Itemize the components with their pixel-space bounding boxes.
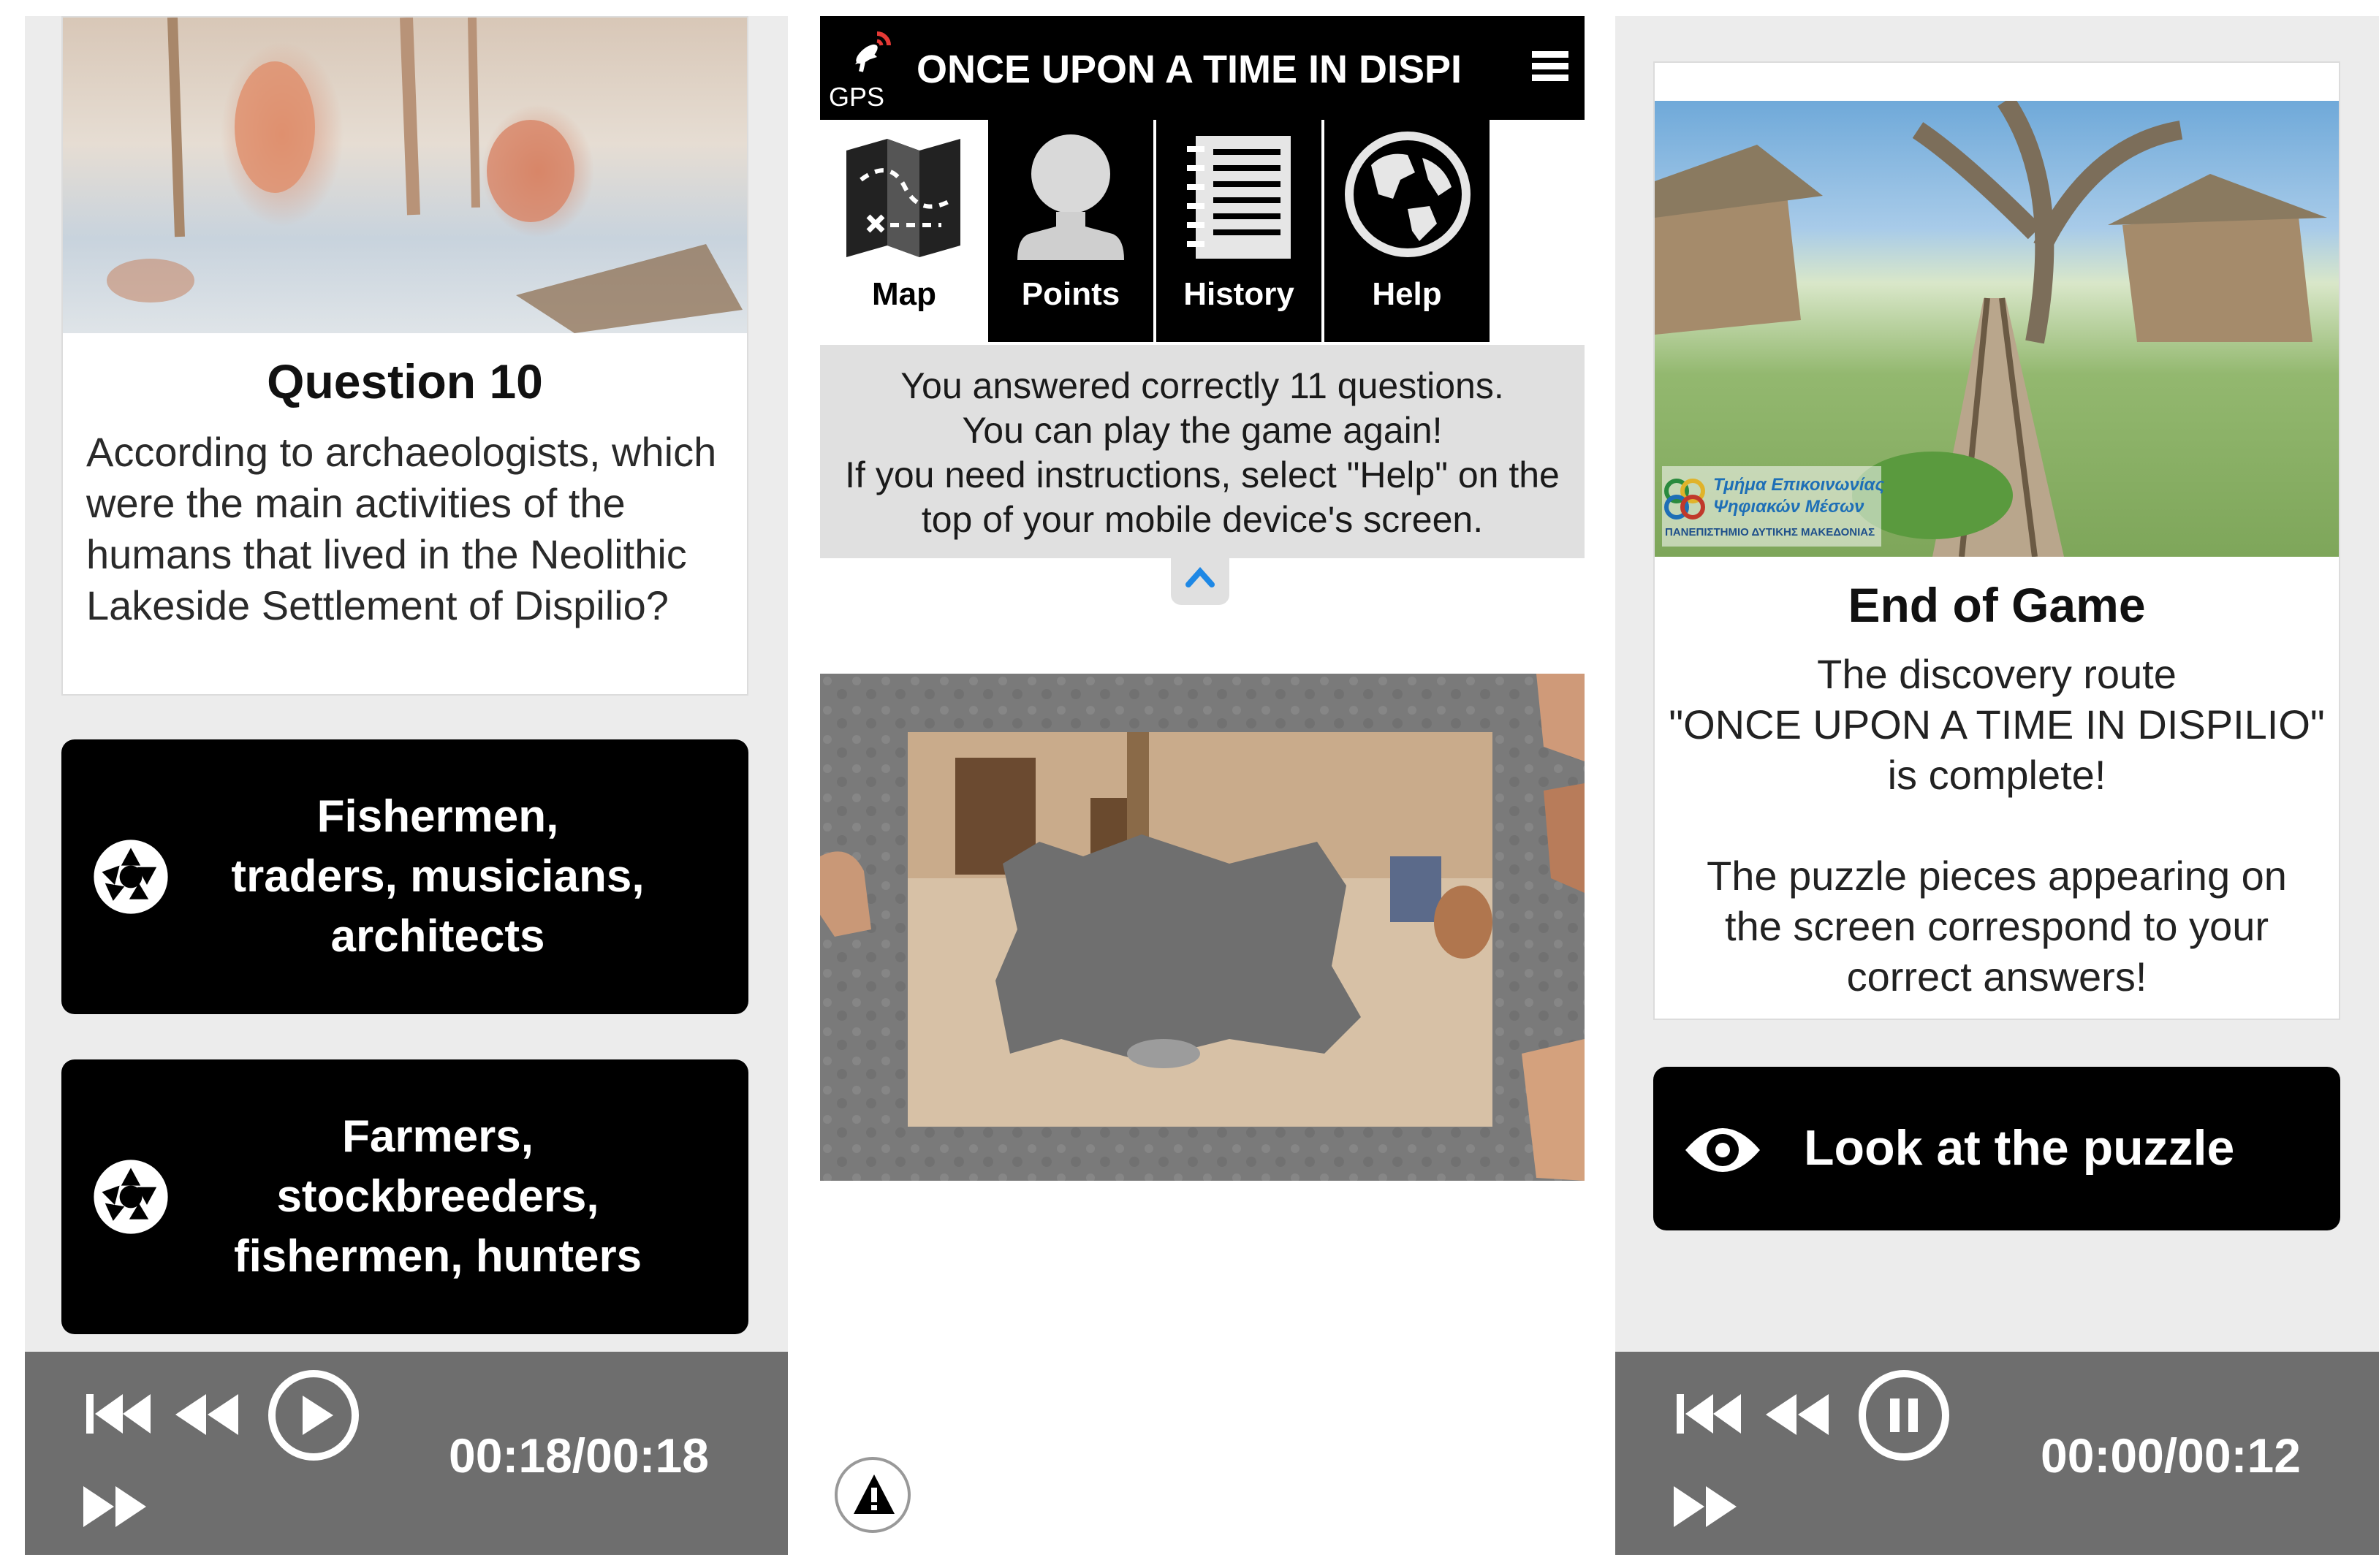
warning-icon [854,1474,895,1514]
report-button[interactable] [835,1457,911,1533]
pause-icon[interactable] [1856,1368,1951,1463]
question-card: Question 10 According to archaeologists,… [61,16,748,696]
rewind-icon[interactable] [175,1394,238,1435]
chevron-up-icon [1185,566,1215,587]
tab-help[interactable]: Help [1324,120,1490,342]
tab-points[interactable]: Points [988,120,1153,342]
collapse-button[interactable] [1171,558,1229,605]
university-logo: Τμήμα Επικοινωνίας Ψηφιακών Μέσων ΠΑΝΕΠΙ… [1662,473,1889,547]
camera-aperture-icon [94,1160,168,1234]
tab-help-label: Help [1372,276,1442,312]
question-text: According to archaeologists, which were … [86,429,717,628]
look-at-puzzle-button[interactable]: Look at the puzzle [1653,1067,2340,1230]
answer-button-1[interactable]: Fishermen, traders, musicians, architect… [61,739,748,1014]
media-bar-left: 00:18/00:18 [25,1352,788,1555]
logo-text-2: Ψηφιακών Μέσων [1713,497,1864,517]
tab-history[interactable]: History [1156,120,1321,342]
tab-history-label: History [1183,276,1294,312]
hamburger-menu-icon[interactable] [1532,50,1568,83]
eye-icon [1685,1128,1760,1172]
answer-label-2: Farmers, stockbreeders, fishermen, hunte… [233,1111,642,1282]
tab-points-label: Points [1021,276,1120,312]
end-title: End of Game [1848,578,2146,632]
tab-map-label: Map [872,276,936,312]
end-text: The discovery route "ONCE UPON A TIME IN… [1669,651,2325,1000]
gps-satellite-icon [855,31,891,72]
globe-icon [1345,132,1471,257]
answer-label-1: Fishermen, traders, musicians, architect… [231,791,645,962]
media-bar-right: 00:00/00:12 [1615,1352,2379,1555]
map-icon [846,139,960,257]
app-header: GPS ONCE UPON A TIME IN DISPILIO [820,16,1585,120]
university-logo-icon [1664,479,1705,520]
message-line-1: You answered correctly 11 questions. [900,365,1504,406]
media-time-right: 00:00/00:12 [2041,1428,2301,1483]
end-card: Τμήμα Επικοινωνίας Ψηφιακών Μέσων ΠΑΝΕΠΙ… [1653,61,2340,1020]
end-image: Τμήμα Επικοινωνίας Ψηφιακών Μέσων ΠΑΝΕΠΙ… [1655,101,2339,557]
media-time-left: 00:18/00:18 [449,1428,709,1483]
logo-text-3: ΠΑΝΕΠΙΣΤΗΜΙΟ ΔΥΤΙΚΗΣ ΜΑΚΕΔΟΝΙΑΣ [1665,526,1875,538]
rewind-icon[interactable] [1766,1394,1829,1435]
app-title: ONCE UPON A TIME IN DISPILIO [917,47,1463,91]
fast-forward-icon[interactable] [83,1486,146,1527]
notebook-icon [1187,136,1291,259]
skip-previous-icon[interactable] [1674,1388,1744,1439]
score-message: You answered correctly 11 questions. You… [820,345,1585,558]
message-line-2: You can play the game again! [962,410,1443,451]
camera-aperture-icon [94,840,168,914]
user-icon [1017,134,1124,260]
answer-button-2[interactable]: Farmers, stockbreeders, fishermen, hunte… [61,1059,748,1334]
tab-map[interactable]: Map [820,120,988,342]
question-image [63,18,747,333]
gps-label: GPS [829,82,885,112]
message-line-3: If you need instructions, select "Help" … [845,454,1560,495]
puzzle-image [820,674,1585,1181]
message-line-4: top of your mobile device's screen. [921,499,1484,540]
play-icon[interactable] [266,1368,361,1463]
question-title: Question 10 [267,354,543,408]
logo-text-1: Τμήμα Επικοινωνίας [1713,475,1885,495]
fast-forward-icon[interactable] [1674,1486,1737,1527]
look-at-puzzle-label: Look at the puzzle [1804,1120,2235,1176]
puzzle-board [820,674,1585,1181]
skip-previous-icon[interactable] [83,1388,153,1439]
